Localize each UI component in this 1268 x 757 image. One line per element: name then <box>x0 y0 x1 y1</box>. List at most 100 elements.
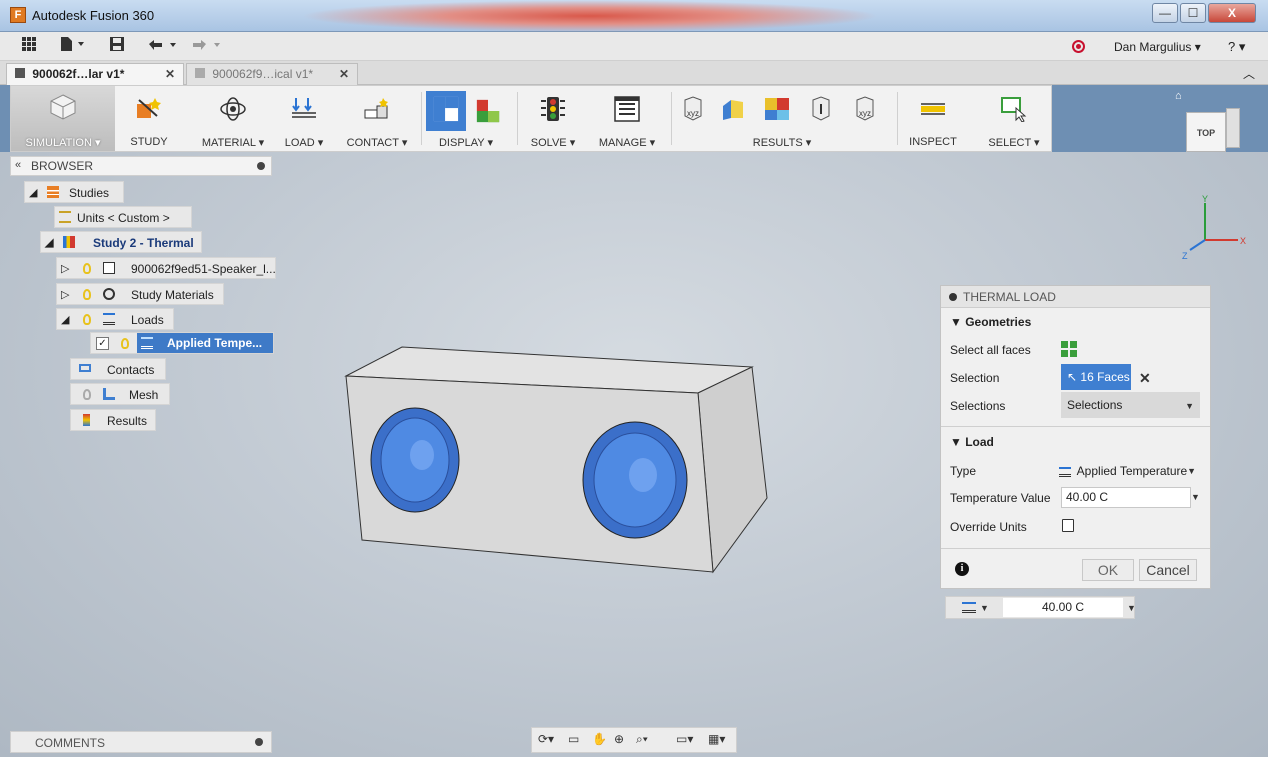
load-type-dropdown[interactable]: Applied Temperature ▼ <box>1059 459 1200 483</box>
load-section-toggle[interactable]: ▼ Load <box>950 435 994 449</box>
visibility-bulb-icon[interactable] <box>83 389 91 400</box>
display-settings-icon[interactable]: ▭▾ <box>676 732 693 746</box>
document-tab-bar: 900062f…lar v1* ✕ 900062f9…ical v1* ✕ ︿ <box>0 61 1268 85</box>
visibility-bulb-icon[interactable] <box>83 263 91 274</box>
grid-settings-icon[interactable]: ▦▾ <box>708 732 725 746</box>
tree-item-study-materials[interactable]: ▷ Study Materials <box>56 283 224 305</box>
workspace-switcher[interactable]: SIMULATION ▾ <box>11 86 115 151</box>
document-tab-label: 900062f9…ical v1* <box>212 67 314 81</box>
view-cube[interactable]: TOP <box>1182 102 1242 158</box>
simulation-cube-icon <box>50 94 76 120</box>
cancel-button[interactable]: Cancel <box>1139 559 1197 581</box>
document-tab[interactable]: 900062f9…ical v1* ✕ <box>186 63 358 85</box>
ok-button[interactable]: OK <box>1082 559 1134 581</box>
pan-icon[interactable]: ✋ <box>592 732 607 746</box>
tree-item-units[interactable]: Units < Custom > <box>54 206 192 228</box>
pin-icon[interactable] <box>257 162 265 170</box>
tree-label: Studies <box>69 186 110 200</box>
save-icon[interactable] <box>110 37 124 54</box>
toolbar-divider <box>421 92 422 145</box>
select-all-faces-label: Select all faces <box>950 343 1031 357</box>
display-color-icon <box>476 99 500 123</box>
tree-item-study2[interactable]: ◢ Study 2 - Thermal <box>40 231 202 253</box>
tree-item-studies[interactable]: ◢ Studies <box>24 181 124 203</box>
comments-panel[interactable]: COMMENTS <box>10 731 272 753</box>
visibility-bulb-icon[interactable] <box>83 314 91 325</box>
tree-item-contacts[interactable]: Contacts <box>70 358 166 380</box>
fit-icon[interactable]: ⌕▾ <box>636 732 648 747</box>
close-tab-icon[interactable]: ✕ <box>339 67 349 81</box>
collapse-browser-icon[interactable]: « <box>15 159 21 171</box>
redo-icon[interactable] <box>192 38 224 54</box>
viewcube-top-face[interactable]: TOP <box>1186 112 1226 152</box>
undo-icon[interactable] <box>148 38 180 54</box>
add-comment-icon[interactable] <box>255 738 263 746</box>
record-icon[interactable] <box>1072 40 1085 53</box>
material-button[interactable]: MATERIAL ▾ <box>197 86 269 151</box>
browser-panel-header[interactable]: « BROWSER <box>10 156 272 176</box>
load-type-icon[interactable] <box>962 602 976 613</box>
manage-button[interactable]: MANAGE ▾ <box>591 86 663 151</box>
user-menu[interactable]: Dan Margulius ▾ <box>1114 40 1201 54</box>
temperature-quick-input[interactable]: 40.00 C <box>1003 598 1123 617</box>
select-button[interactable]: SELECT ▾ <box>979 86 1049 151</box>
collapse-tabs-icon[interactable]: ︿ <box>1243 65 1255 82</box>
chevron-down-icon[interactable]: ▼ <box>980 603 989 613</box>
tree-item-loads[interactable]: ◢ Loads <box>56 308 174 330</box>
contact-button[interactable]: CONTACT ▾ <box>341 86 413 151</box>
file-menu-icon[interactable] <box>60 37 88 54</box>
load-button[interactable]: LOAD ▾ <box>279 86 329 151</box>
minimize-button[interactable]: — <box>1152 3 1178 23</box>
selections-dropdown[interactable]: Selections ▼ <box>1061 392 1200 418</box>
inspect-button[interactable]: INSPECT <box>903 86 963 151</box>
speaker-model[interactable] <box>340 340 780 580</box>
close-button[interactable]: X <box>1208 3 1256 23</box>
override-units-checkbox[interactable] <box>1062 519 1074 532</box>
inspect-label: INSPECT <box>909 136 957 148</box>
viewcube-side-face[interactable] <box>1226 108 1240 148</box>
expand-arrow-icon[interactable]: ▷ <box>61 262 69 275</box>
contact-icon <box>364 98 388 119</box>
expand-arrow-icon[interactable]: ▷ <box>61 288 69 301</box>
close-tab-icon[interactable]: ✕ <box>165 67 175 81</box>
app-grid-icon[interactable] <box>22 37 36 54</box>
visibility-checkbox[interactable]: ✓ <box>96 337 109 350</box>
look-at-icon[interactable]: ▭ <box>568 732 579 746</box>
study-label: STUDY <box>130 136 168 148</box>
document-tab-active[interactable]: 900062f…lar v1* ✕ <box>6 63 184 85</box>
tree-item-results[interactable]: Results <box>70 409 156 431</box>
in-canvas-value-bar: ▼ 40.00 C ▼ <box>945 596 1136 619</box>
help-menu[interactable]: ? ▾ <box>1228 39 1245 55</box>
navigation-bar: ⟳▾ ▭ ✋ ⊕ ⌕▾ ▭▾ ▦▾ <box>531 727 737 753</box>
tree-item-component[interactable]: ▷ 900062f9ed51-Speaker_l... <box>56 257 276 279</box>
solve-button[interactable]: SOLVE ▾ <box>523 86 583 151</box>
thermal-load-dialog: THERMAL LOAD ▼ Geometries Select all fac… <box>940 285 1211 589</box>
clear-selection-icon[interactable]: ✕ <box>1139 370 1151 387</box>
info-icon[interactable]: i <box>955 562 969 576</box>
collapse-arrow-icon[interactable]: ◢ <box>61 313 69 326</box>
select-all-faces-icon[interactable] <box>1061 341 1077 357</box>
dialog-collapse-icon[interactable] <box>949 293 957 301</box>
results-button[interactable]: xyz xyz RESULTS ▾ <box>675 86 889 151</box>
dialog-header[interactable]: THERMAL LOAD <box>941 286 1210 308</box>
component-icon <box>103 262 115 274</box>
orbit-icon[interactable]: ⟳▾ <box>538 732 554 746</box>
zoom-icon[interactable]: ⊕ <box>614 732 624 746</box>
geometries-section-toggle[interactable]: ▼ Geometries <box>950 315 1031 329</box>
display-button[interactable]: DISPLAY ▾ <box>425 86 507 151</box>
ribbon-toolbar: SIMULATION ▾ STUDY MATERIAL ▾ LOAD ▾ CON… <box>10 85 1052 152</box>
chevron-down-icon[interactable]: ▼ <box>1127 603 1136 613</box>
selection-chip[interactable]: ↖ 16 Faces <box>1061 364 1131 390</box>
material-label: MATERIAL ▾ <box>201 137 265 149</box>
home-view-icon[interactable]: ⌂ <box>1175 90 1182 102</box>
collapse-arrow-icon[interactable]: ◢ <box>45 236 53 249</box>
tree-item-mesh[interactable]: Mesh <box>70 383 170 405</box>
visibility-bulb-icon[interactable] <box>83 289 91 300</box>
chevron-down-icon[interactable]: ▼ <box>1191 492 1200 502</box>
visibility-bulb-icon[interactable] <box>121 338 129 349</box>
maximize-button[interactable]: ☐ <box>1180 3 1206 23</box>
study-button[interactable]: STUDY <box>119 86 179 151</box>
temperature-value-input[interactable]: 40.00 C <box>1061 487 1191 508</box>
collapse-arrow-icon[interactable]: ◢ <box>29 186 37 199</box>
tree-item-applied-temperature[interactable]: ✓ Applied Tempe... <box>90 332 274 354</box>
